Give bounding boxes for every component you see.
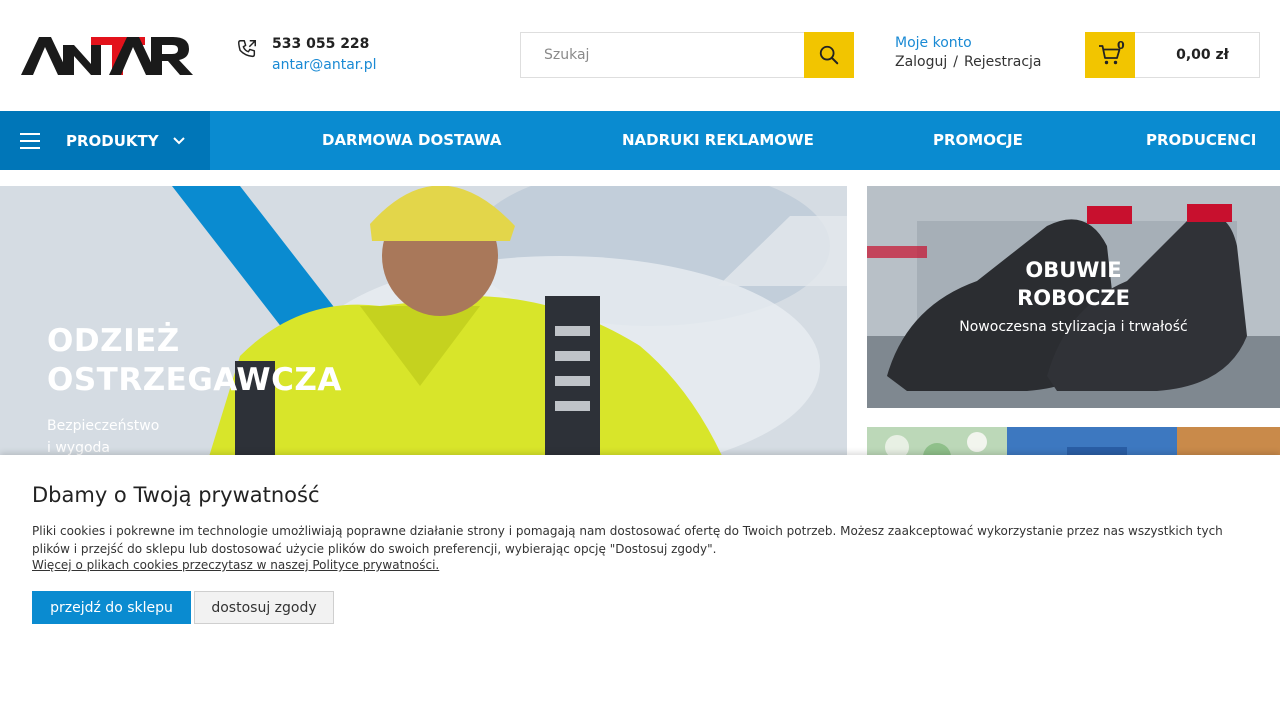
nav-link-free-delivery[interactable]: DARMOWA DOSTAWA	[322, 111, 501, 170]
account-block: Moje konto Zaloguj / Rejestracja	[895, 35, 1042, 70]
hero-subtitle-line1: Bezpieczeństwo	[47, 418, 160, 434]
page: 533 055 228 antar@antar.pl Moje konto Za…	[0, 0, 1280, 720]
account-links: Zaloguj / Rejestracja	[895, 54, 1042, 70]
cart-widget[interactable]: 0 0,00 zł	[1085, 32, 1260, 78]
search-button[interactable]	[804, 32, 854, 78]
my-account-link[interactable]: Moje konto	[895, 35, 1042, 51]
hero-subtitle: Bezpieczeństwo i wygoda	[47, 415, 187, 459]
chevron-down-icon	[172, 136, 185, 144]
phone-number[interactable]: 533 055 228	[272, 36, 369, 52]
hero-banner-hi-vis[interactable]: ODZIEŻ OSTRZEGAWCZA Bezpieczeństwo i wyg…	[0, 186, 847, 486]
account-separator: /	[953, 54, 958, 70]
cart-total: 0,00 zł	[1176, 47, 1229, 63]
hero-title-line2: OSTRZEGAWCZA	[47, 362, 342, 398]
products-label: PRODUKTY	[66, 131, 159, 150]
nav-link-promo-printing[interactable]: NADRUKI REKLAMOWE	[622, 111, 814, 170]
search-box	[520, 32, 854, 78]
shoe-title-line2: ROBOCZE	[1017, 286, 1130, 310]
nav-link-promotions[interactable]: PROMOCJE	[933, 111, 1023, 170]
shoe-title-line1: OBUWIE	[1025, 258, 1122, 282]
privacy-policy-link[interactable]: Więcej o plikach cookies przeczytasz w n…	[32, 558, 439, 572]
accept-and-go-to-shop-button[interactable]: przejdź do sklepu	[32, 591, 191, 624]
register-link[interactable]: Rejestracja	[964, 54, 1042, 70]
cookie-title: Dbamy o Twoją prywatność	[32, 483, 320, 507]
hero-title-line1: ODZIEŻ	[47, 323, 180, 359]
login-link[interactable]: Zaloguj	[895, 54, 947, 70]
search-icon	[819, 45, 839, 65]
menu-icon	[20, 132, 40, 149]
shoe-banner-subtitle: Nowoczesna stylizacja i trwałość	[959, 319, 1188, 335]
main-nav: PRODUKTY DARMOWA DOSTAWA NADRUKI REKLAMO…	[0, 111, 1280, 170]
search-input[interactable]	[521, 33, 805, 77]
cookie-consent-panel: Dbamy o Twoją prywatność Pliki cookies i…	[0, 455, 1280, 720]
nav-link-producers[interactable]: PRODUCENCI	[1146, 111, 1256, 170]
antar-logo[interactable]	[21, 34, 193, 78]
customize-consents-button[interactable]: dostosuj zgody	[194, 591, 334, 624]
products-menu-button[interactable]: PRODUKTY	[0, 111, 210, 170]
phone-icon	[238, 40, 256, 58]
shoe-banner-title: OBUWIE ROBOCZE	[867, 256, 1280, 312]
cookie-description: Pliki cookies i pokrewne im technologie …	[32, 524, 1223, 556]
cart-button[interactable]: 0	[1085, 32, 1135, 78]
email-link[interactable]: antar@antar.pl	[272, 57, 377, 73]
hero-title: ODZIEŻ OSTRZEGAWCZA	[47, 322, 342, 400]
banner-work-shoes[interactable]: OBUWIE ROBOCZE Nowoczesna stylizacja i t…	[867, 186, 1280, 408]
cart-count: 0	[1117, 39, 1125, 52]
site-header: 533 055 228 antar@antar.pl Moje konto Za…	[0, 0, 1280, 111]
